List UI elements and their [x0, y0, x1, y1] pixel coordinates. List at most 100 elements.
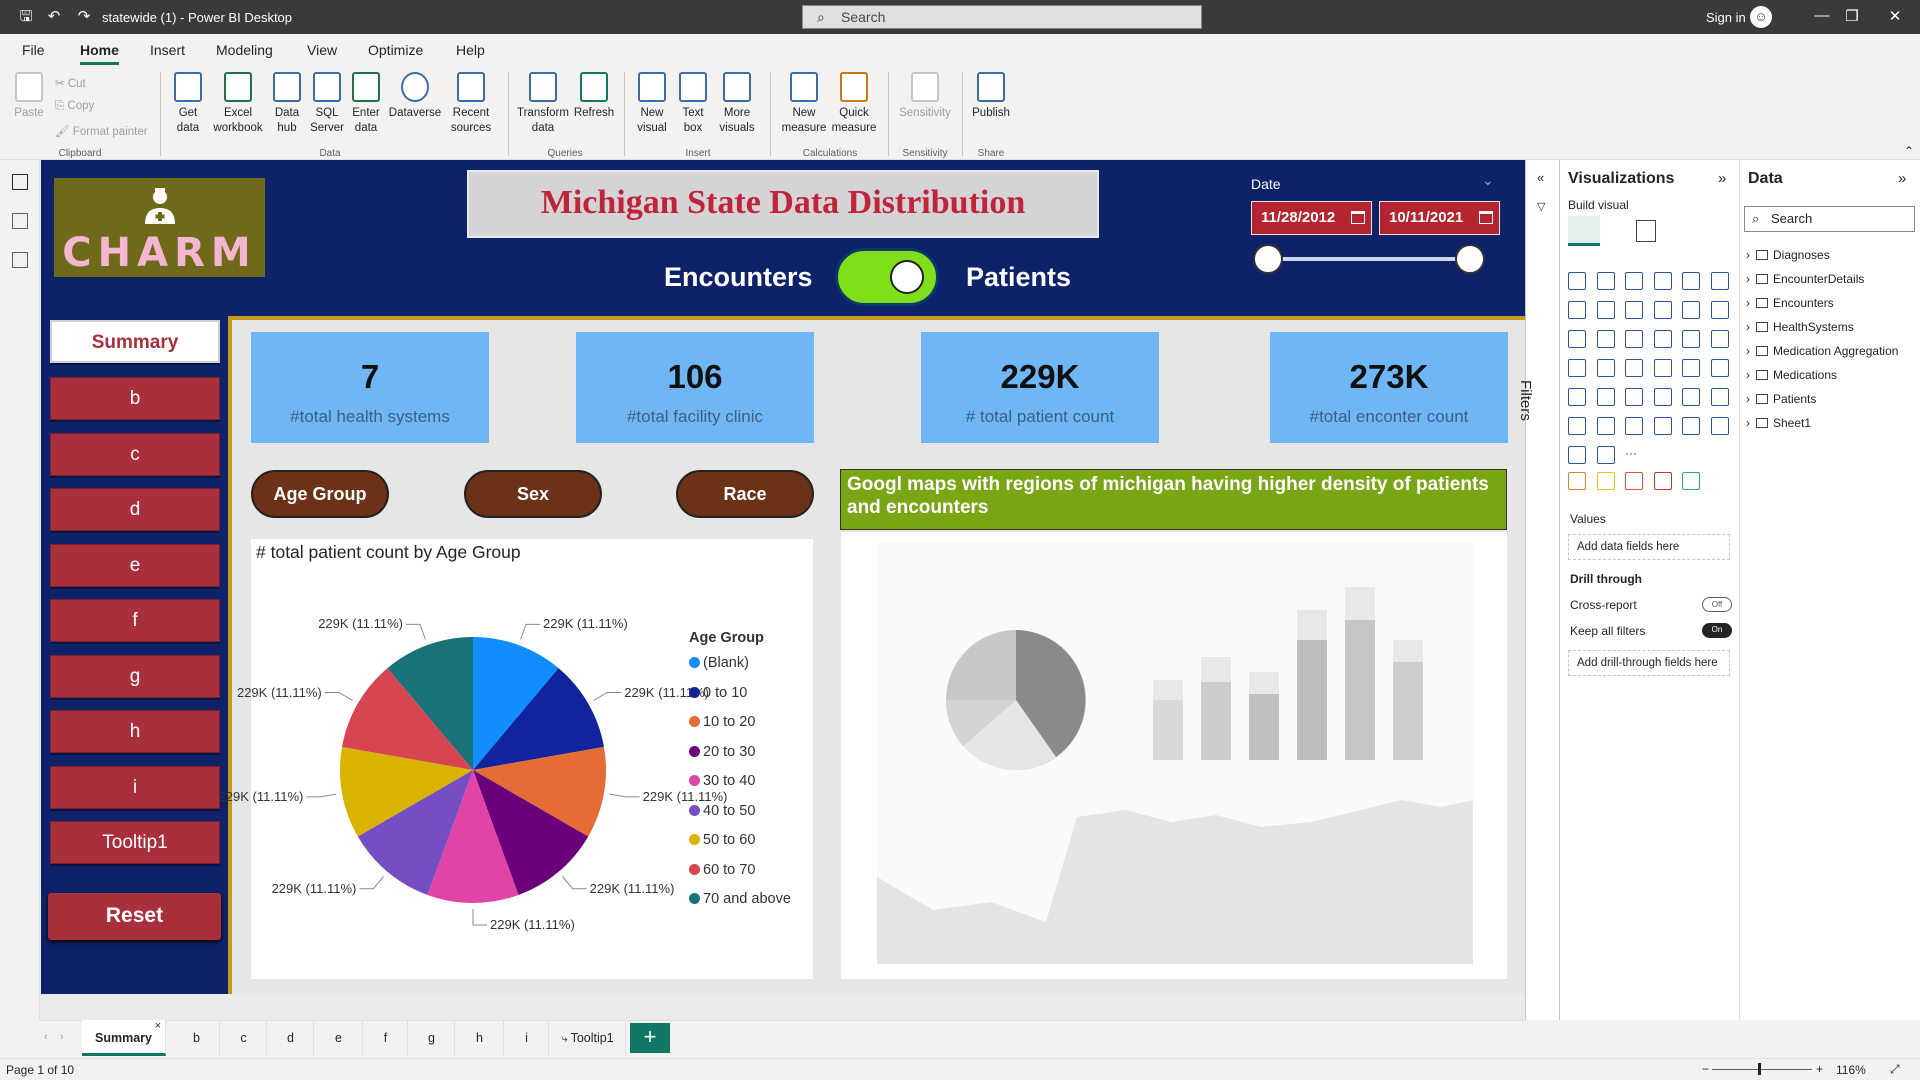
- search-input[interactable]: ⌕ Search: [802, 5, 1202, 29]
- sensitivity-button[interactable]: Sensitivity: [892, 72, 958, 121]
- expand-chevron-icon[interactable]: ›: [1746, 392, 1750, 406]
- zoom-slider[interactable]: [1712, 1069, 1812, 1070]
- expand-chevron-icon[interactable]: ›: [1746, 320, 1750, 334]
- date-slider-end-handle[interactable]: [1455, 244, 1485, 274]
- legend-item[interactable]: 30 to 40: [689, 773, 755, 789]
- publish-button[interactable]: Publish: [966, 72, 1016, 121]
- tab-g[interactable]: g: [409, 1020, 455, 1056]
- transform-data-button[interactable]: Transform data: [514, 72, 572, 136]
- quick-measure-button[interactable]: Quick measure: [826, 72, 882, 136]
- nav-button-tooltip1[interactable]: Tooltip1: [50, 821, 220, 864]
- legend-item[interactable]: 60 to 70: [689, 862, 755, 878]
- chevron-down-icon[interactable]: ⌄: [1482, 172, 1494, 189]
- tab-c[interactable]: c: [221, 1020, 267, 1056]
- filters-pane-collapsed[interactable]: « ▽ Filters: [1517, 160, 1560, 1020]
- visual-type-icon[interactable]: [1710, 359, 1729, 377]
- expand-chevron-icon[interactable]: ›: [1746, 272, 1750, 286]
- map-placeholder-card[interactable]: [841, 532, 1507, 979]
- save-icon[interactable]: 🖫: [16, 7, 36, 27]
- visual-type-icon[interactable]: [1682, 388, 1700, 406]
- nav-button-g[interactable]: g: [50, 655, 220, 698]
- expand-chevron-icon[interactable]: ›: [1746, 248, 1750, 262]
- visual-type-icon[interactable]: [1682, 330, 1700, 348]
- minimize-icon[interactable]: —: [1810, 7, 1834, 24]
- visual-type-icon[interactable]: [1625, 330, 1643, 348]
- custom-visual-icon[interactable]: [1653, 472, 1672, 490]
- account-icon[interactable]: ☺: [1750, 6, 1772, 28]
- visual-type-icon[interactable]: [1568, 359, 1586, 377]
- reset-button[interactable]: Reset: [48, 893, 221, 940]
- menu-file[interactable]: File: [22, 42, 45, 58]
- nav-button-c[interactable]: c: [50, 433, 220, 476]
- data-table-item[interactable]: › HealthSystems: [1746, 320, 1854, 334]
- calendar-icon[interactable]: [1351, 211, 1365, 224]
- menu-modeling[interactable]: Modeling: [216, 42, 273, 58]
- custom-visual-icon[interactable]: [1625, 472, 1643, 490]
- build-visual-icon[interactable]: [1568, 216, 1600, 246]
- nav-button-f[interactable]: f: [50, 599, 220, 642]
- new-visual-button[interactable]: New visual: [630, 72, 674, 136]
- close-icon[interactable]: ✕: [1883, 7, 1907, 25]
- data-table-item[interactable]: › Diagnoses: [1746, 248, 1830, 262]
- visual-type-icon[interactable]: [1568, 330, 1586, 348]
- nav-button-h[interactable]: h: [50, 710, 220, 753]
- legend-item[interactable]: 40 to 50: [689, 803, 755, 819]
- visual-type-icon[interactable]: [1653, 388, 1672, 406]
- collapse-pane-icon[interactable]: »: [1718, 170, 1726, 187]
- legend-item[interactable]: 70 and above: [689, 891, 791, 907]
- visual-type-icon[interactable]: [1596, 272, 1615, 290]
- visual-type-icon[interactable]: [1568, 388, 1586, 406]
- data-table-item[interactable]: › Medication Aggregation: [1746, 344, 1898, 358]
- get-data-button[interactable]: Get data: [168, 72, 208, 136]
- legend-item[interactable]: 10 to 20: [689, 714, 755, 730]
- values-drop-zone[interactable]: Add data fields here: [1568, 534, 1730, 560]
- custom-visual-icon[interactable]: [1682, 472, 1700, 490]
- redo-icon[interactable]: ↷: [74, 7, 94, 27]
- visual-type-icon[interactable]: [1710, 272, 1729, 290]
- visual-type-icon[interactable]: [1596, 330, 1615, 348]
- visual-type-icon[interactable]: [1625, 359, 1643, 377]
- visual-type-icon[interactable]: [1568, 301, 1586, 319]
- tab-scroll-right-icon[interactable]: ›: [60, 1031, 64, 1043]
- tab-summary[interactable]: Summary ×: [82, 1020, 166, 1056]
- visual-type-icon[interactable]: [1653, 272, 1672, 290]
- kpi-card-health-systems[interactable]: 7 #total health systems: [251, 332, 489, 443]
- visual-type-icon[interactable]: [1625, 272, 1643, 290]
- tab-d[interactable]: d: [268, 1020, 314, 1056]
- date-slider-start-handle[interactable]: [1253, 244, 1283, 274]
- model-view-icon[interactable]: [12, 252, 28, 268]
- enter-data-button[interactable]: Enter data: [348, 72, 384, 136]
- tab-tooltip1[interactable]: ⤷ Tooltip1: [550, 1020, 626, 1056]
- legend-item[interactable]: 50 to 60: [689, 832, 755, 848]
- nav-button-i[interactable]: i: [50, 766, 220, 809]
- custom-visual-icon[interactable]: [1596, 472, 1615, 490]
- new-measure-button[interactable]: New measure: [776, 72, 832, 136]
- data-table-item[interactable]: › Sheet1: [1746, 416, 1811, 430]
- end-date-input[interactable]: 10/11/2021: [1379, 201, 1500, 235]
- custom-visual-icon[interactable]: [1568, 472, 1586, 490]
- dataverse-button[interactable]: Dataverse: [386, 72, 444, 121]
- data-table-item[interactable]: › Patients: [1746, 392, 1816, 406]
- sex-button[interactable]: Sex: [464, 470, 602, 518]
- visual-type-icon[interactable]: [1682, 359, 1700, 377]
- excel-workbook-button[interactable]: Excel workbook: [210, 72, 266, 136]
- format-painter-button[interactable]: 🖌 Format painter: [55, 124, 148, 138]
- cross-report-toggle[interactable]: Off: [1702, 597, 1732, 612]
- collapse-data-pane-icon[interactable]: »: [1898, 170, 1906, 187]
- visual-type-icon[interactable]: [1596, 446, 1615, 464]
- fit-to-page-icon[interactable]: ⤢: [1890, 1062, 1900, 1077]
- collapse-ribbon-icon[interactable]: ⌃: [1904, 144, 1914, 158]
- nav-button-d[interactable]: d: [50, 488, 220, 531]
- kpi-card-patient-count[interactable]: 229K # total patient count: [921, 332, 1159, 443]
- data-search-input[interactable]: ⌕ Search: [1744, 206, 1915, 232]
- visual-type-icon[interactable]: [1625, 417, 1643, 435]
- expand-chevron-icon[interactable]: ›: [1746, 368, 1750, 382]
- visual-type-icon[interactable]: [1710, 417, 1729, 435]
- cut-button[interactable]: ✂ Cut: [55, 76, 86, 90]
- visual-type-icon[interactable]: ···: [1625, 446, 1643, 464]
- drill-through-drop-zone[interactable]: Add drill-through fields here: [1568, 650, 1730, 676]
- restore-icon[interactable]: ❐: [1840, 7, 1864, 25]
- visual-type-icon[interactable]: [1568, 272, 1586, 290]
- sign-in-link[interactable]: Sign in: [1706, 10, 1746, 25]
- visual-type-icon[interactable]: [1625, 388, 1643, 406]
